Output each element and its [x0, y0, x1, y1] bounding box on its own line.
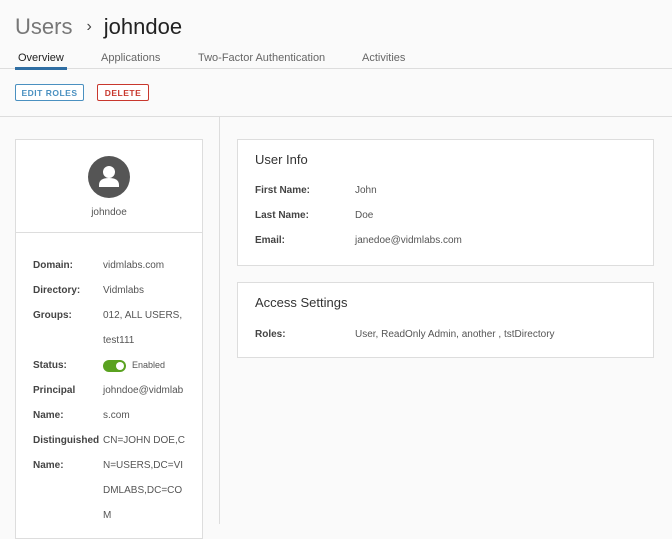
- directory-label: Directory:: [33, 285, 81, 296]
- tab-bar: Overview Applications Two-Factor Authent…: [0, 48, 672, 70]
- edit-roles-button[interactable]: EDIT ROLES: [15, 84, 84, 101]
- distinguished-name-label: Distinguished Name:: [33, 435, 100, 471]
- domain-value: vidmlabs.com: [103, 260, 165, 271]
- status-row: Status: Enabled: [33, 353, 195, 378]
- access-settings-card: Access Settings Roles: User, ReadOnly Adm…: [237, 282, 654, 358]
- access-settings-title: Access Settings: [255, 295, 348, 310]
- breadcrumb-separator: ›: [86, 18, 92, 35]
- status-toggle[interactable]: [103, 359, 126, 372]
- domain-label: Domain:: [33, 260, 73, 271]
- groups-row: Groups: 012, ALL USERS, test111: [33, 303, 195, 353]
- roles-value: User, ReadOnly Admin, another , tstDirec…: [355, 329, 555, 340]
- breadcrumb-users-link[interactable]: Users: [15, 14, 72, 40]
- first-name-label: First Name:: [255, 185, 311, 196]
- groups-label: Groups:: [33, 310, 72, 321]
- last-name-label: Last Name:: [255, 210, 309, 221]
- tab-applications[interactable]: Applications: [98, 52, 163, 69]
- domain-row: Domain: vidmlabs.com: [33, 253, 195, 278]
- panel-divider: [219, 117, 220, 524]
- tab-overview[interactable]: Overview: [15, 52, 67, 70]
- distinguished-name-row: Distinguished Name: CN=JOHN DOE,CN=USERS,…: [33, 428, 195, 528]
- email-label: Email:: [255, 235, 286, 246]
- user-icon: [88, 156, 130, 198]
- distinguished-name-value: CN=JOHN DOE,CN=USERS,DC=VIDMLABS,DC=COM: [103, 435, 185, 521]
- roles-label: Roles:: [255, 329, 286, 340]
- directory-row: Directory: Vidmlabs: [33, 278, 195, 303]
- divider: [16, 232, 202, 233]
- tab-two-factor-authentication[interactable]: Two-Factor Authentication: [195, 52, 328, 69]
- user-info-card: User Info First Name: John Last Name: Doe …: [237, 139, 654, 266]
- profile-card: johndoe Domain: vidmlabs.com Directory: Vi…: [15, 139, 203, 539]
- status-value: Enabled: [132, 360, 166, 370]
- principal-name-value: johndoe@vidmlabs.com: [103, 385, 184, 421]
- delete-button[interactable]: DELETE: [97, 84, 149, 101]
- directory-value: Vidmlabs: [103, 285, 144, 296]
- groups-value: 012, ALL USERS, test111: [103, 310, 183, 346]
- divider: [0, 116, 672, 117]
- user-info-title: User Info: [255, 152, 308, 167]
- last-name-value: Doe: [355, 210, 374, 221]
- email-value: janedoe@vidmlabs.com: [355, 235, 462, 246]
- first-name-value: John: [355, 185, 377, 196]
- breadcrumb: Users › johndoe: [15, 14, 182, 40]
- page-title: johndoe: [103, 14, 183, 39]
- principal-name-label: Principal Name:: [33, 385, 76, 421]
- status-label: Status:: [33, 360, 67, 371]
- tab-activities[interactable]: Activities: [359, 52, 408, 69]
- profile-username: johndoe: [91, 207, 127, 218]
- principal-name-row: Principal Name: johndoe@vidmlabs.com: [33, 378, 195, 428]
